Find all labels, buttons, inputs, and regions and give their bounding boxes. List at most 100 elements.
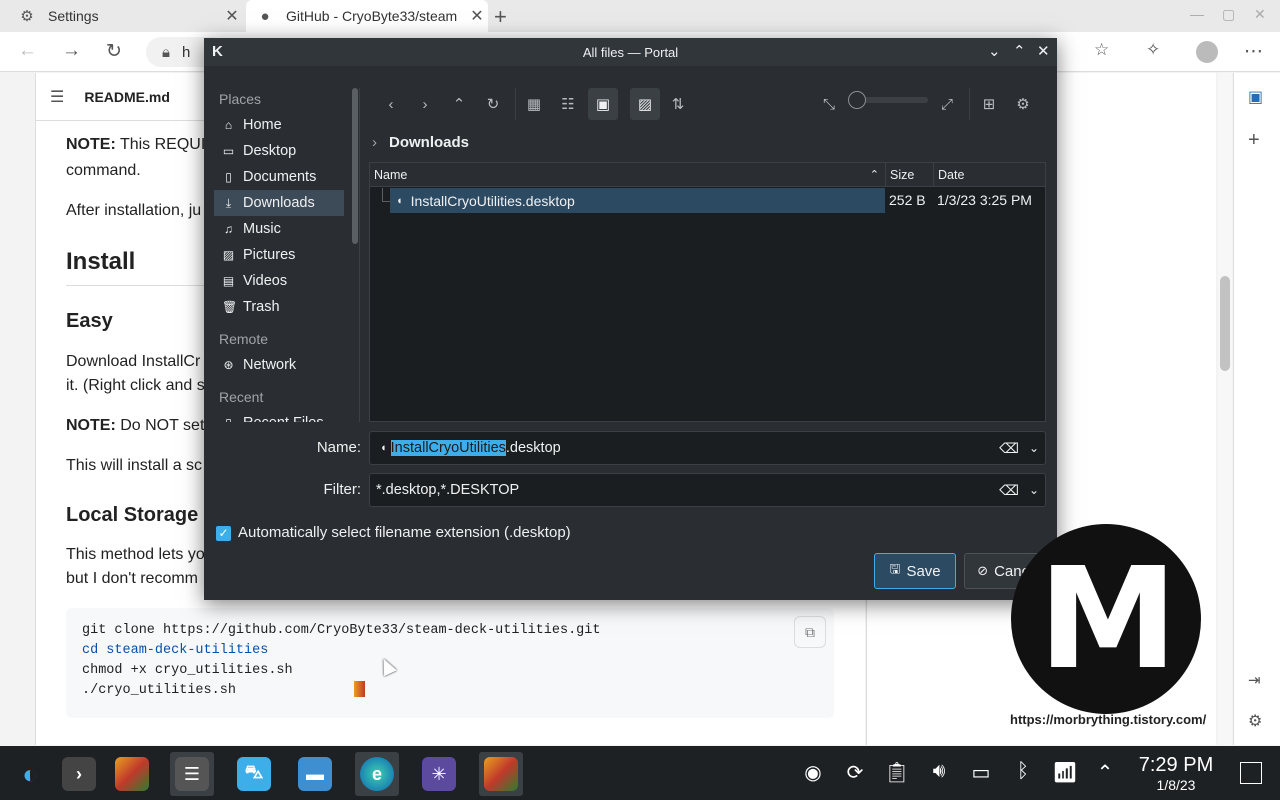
update-tray-icon[interactable]: ⟳ — [840, 760, 870, 785]
place-videos[interactable]: ▤ Videos — [214, 268, 344, 294]
settings-icon[interactable]: ⚙ — [1248, 711, 1262, 731]
favorites-icon[interactable]: ☆ — [1094, 40, 1109, 60]
clock[interactable]: 7:29 PM 1/8/23 — [1136, 754, 1216, 793]
file-row[interactable]: ◖ InstallCryoUtilities.desktop — [390, 188, 885, 213]
filter-combobox[interactable]: *.desktop,*.DESKTOP ⌫ ⌄ — [369, 473, 1046, 507]
address-text: h — [181, 43, 191, 61]
tab-github[interactable]: ● GitHub - CryoByte33/steam ✕ — [246, 0, 488, 32]
breadcrumb-item: Downloads — [389, 134, 470, 151]
auto-extension-label[interactable]: Automatically select filename extension … — [238, 524, 571, 541]
tab-label: Settings — [48, 8, 99, 24]
forward-icon[interactable]: › — [413, 92, 437, 116]
place-music[interactable]: ♫ Music — [214, 216, 344, 242]
zoom-in-icon[interactable]: ⤢ — [935, 92, 959, 116]
chevron-down-icon[interactable]: ⌄ — [1029, 441, 1039, 455]
steam-tray-icon[interactable]: ◉ — [798, 760, 828, 785]
close-window-icon[interactable]: ✕ — [1254, 6, 1266, 23]
clipboard-tray-icon[interactable]: 📋︎ — [882, 760, 912, 785]
minimize-icon[interactable]: — — [1190, 6, 1204, 22]
battery-tray-icon[interactable]: ▭ — [966, 760, 996, 785]
taskbar-app-1[interactable] — [110, 752, 154, 796]
chevron-down-icon[interactable]: ⌄ — [988, 42, 1001, 60]
back-icon[interactable]: ← — [18, 40, 37, 62]
page-scroll-thumb[interactable] — [1220, 276, 1230, 371]
tree-view-icon[interactable]: ▣ — [588, 88, 618, 120]
zoom-slider-handle[interactable] — [848, 91, 866, 109]
briefcase-icon[interactable]: ▣ — [1248, 87, 1263, 107]
file-list: Name ⌃ Size Date ◖ InstallCryoUtilities.d… — [369, 162, 1046, 422]
close-tab-icon[interactable]: ✕ — [221, 6, 243, 26]
method-text-line2: but I don't recomm — [66, 570, 198, 587]
chevron-down-icon[interactable]: ⌄ — [1029, 483, 1039, 497]
wifi-tray-icon[interactable]: 📶︎ — [1050, 760, 1080, 785]
sidebar-toggle-icon[interactable]: ⇥ — [1248, 671, 1261, 689]
taskbar-edge[interactable]: e — [355, 752, 399, 796]
zoom-out-icon[interactable]: ⤡ — [817, 92, 841, 116]
new-tab-button[interactable]: + — [494, 4, 507, 30]
pictures-icon: ▨ — [222, 248, 235, 262]
save-button[interactable]: 🖫︎ Save — [874, 553, 956, 589]
icons-view-icon[interactable]: ▦ — [522, 92, 546, 116]
volume-tray-icon[interactable]: 🔊︎ — [924, 760, 954, 783]
recent-header: Recent — [219, 389, 264, 405]
place-pictures[interactable]: ▨ Pictures — [214, 242, 344, 268]
tab-label: GitHub - CryoByte33/steam — [286, 8, 458, 24]
bluetooth-tray-icon[interactable]: ᛒ — [1008, 760, 1038, 783]
add-icon[interactable]: + — [1248, 129, 1260, 152]
auto-extension-checkbox[interactable]: ✓ — [216, 526, 231, 541]
page-scrollbar[interactable] — [1218, 73, 1232, 745]
place-documents[interactable]: ▯ Documents — [214, 164, 344, 190]
taskbar-app-network[interactable]: ✳ — [417, 752, 461, 796]
zoom-slider[interactable] — [856, 97, 928, 103]
chevron-up-icon[interactable]: ⌃ — [1013, 42, 1026, 60]
place-recent-files[interactable]: ▯Recent Files — [214, 410, 344, 422]
new-folder-icon[interactable]: ⊞ — [977, 92, 1001, 116]
sort-asc-icon: ⌃ — [869, 169, 879, 181]
place-downloads[interactable]: ⤓ Downloads — [214, 190, 344, 216]
reload-icon[interactable]: ↻ — [481, 92, 505, 116]
heading-local-storage: Local Storage — [66, 504, 199, 526]
maximize-icon[interactable]: ▢ — [1222, 6, 1235, 23]
show-desktop-icon[interactable] — [1240, 762, 1262, 784]
preview-icon[interactable]: ▨ — [630, 88, 660, 120]
sliders-icon: ☰ — [175, 757, 209, 791]
filename-input[interactable]: ◖ InstallCryoUtilities .desktop ⌫ ⌄ — [369, 431, 1046, 465]
close-tab-icon[interactable]: ✕ — [466, 6, 488, 26]
taskbar-settings[interactable]: ☰ — [170, 752, 214, 796]
place-trash[interactable]: 🗑︎ Trash — [214, 294, 344, 320]
places-panel: Places ⌂ Home ▭ Desktop ▯ Documents ⤓ Downlo… — [214, 86, 344, 422]
options-icon[interactable]: ⚙ — [1011, 92, 1035, 116]
more-menu-icon[interactable]: ⋯ — [1244, 40, 1263, 63]
taskbar-terminal[interactable]: › — [57, 752, 101, 796]
chevron-up-icon[interactable]: ⌃ — [1090, 760, 1120, 785]
column-name[interactable]: Name ⌃ — [370, 163, 886, 187]
compact-view-icon[interactable]: ☷ — [556, 92, 580, 116]
taskbar-files[interactable]: ▬ — [293, 752, 337, 796]
breadcrumb[interactable]: › Downloads — [372, 134, 469, 151]
copy-icon[interactable]: ⧉ — [794, 616, 826, 648]
clear-icon[interactable]: ⌫ — [999, 482, 1019, 499]
extensions-icon[interactable]: ✧ — [1146, 40, 1160, 60]
column-date[interactable]: Date — [934, 163, 1045, 187]
app-launcher-button[interactable]: ◐ — [8, 752, 52, 796]
parent-folder-icon[interactable]: ⌃ — [447, 92, 471, 116]
reload-icon[interactable]: ↻ — [106, 40, 122, 63]
profile-avatar[interactable] — [1196, 41, 1218, 63]
gear-icon: ⚙ — [20, 8, 34, 25]
sort-icon[interactable]: ⇅ — [666, 92, 690, 116]
place-network[interactable]: ⊛ Network — [214, 352, 344, 378]
watermark-logo: M — [1011, 524, 1201, 714]
forward-icon[interactable]: → — [62, 40, 81, 62]
close-dialog-icon[interactable]: ✕ — [1037, 42, 1050, 60]
back-icon[interactable]: ‹ — [379, 92, 403, 116]
place-home[interactable]: ⌂ Home — [214, 112, 344, 138]
list-icon[interactable]: ☰ — [50, 87, 64, 107]
tab-settings[interactable]: ⚙ Settings ✕ — [8, 0, 243, 32]
taskbar-app-2[interactable] — [479, 752, 523, 796]
column-size[interactable]: Size — [886, 163, 934, 187]
taskbar-discover[interactable]: ⛍ — [232, 752, 276, 796]
place-desktop[interactable]: ▭ Desktop — [214, 138, 344, 164]
code-block: git clone https://github.com/CryoByte33/… — [66, 608, 834, 718]
clear-icon[interactable]: ⌫ — [999, 440, 1019, 457]
places-scroll-thumb[interactable] — [352, 88, 358, 244]
